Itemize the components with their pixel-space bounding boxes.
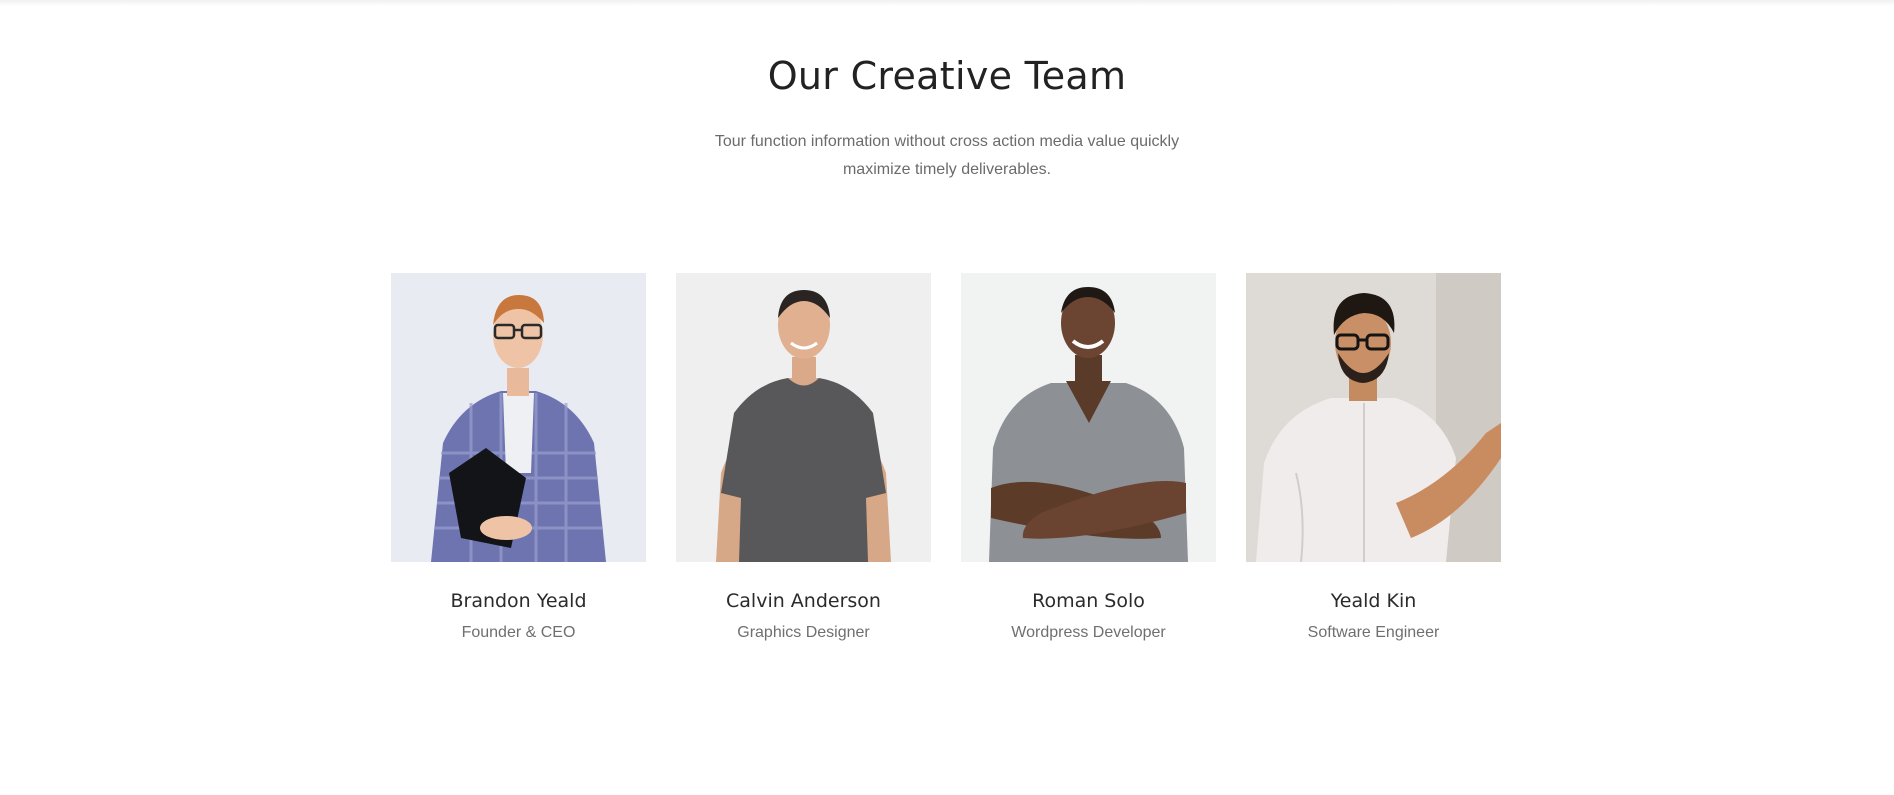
member-name: Yeald Kin xyxy=(1330,590,1417,612)
team-card: Brandon Yeald Founder & CEO xyxy=(391,273,646,642)
member-name: Roman Solo xyxy=(1032,590,1145,612)
member-name: Brandon Yeald xyxy=(450,590,587,612)
team-section: Our Creative Team Tour function informat… xyxy=(0,0,1894,795)
member-role: Wordpress Developer xyxy=(1011,624,1166,641)
person-photo-icon xyxy=(1246,273,1501,562)
section-title: Our Creative Team xyxy=(767,54,1127,98)
team-grid: Brandon Yeald Founder & CEO Calvin Ander… xyxy=(391,273,1501,642)
person-photo-icon xyxy=(961,273,1216,562)
member-name: Calvin Anderson xyxy=(726,590,881,612)
member-photo xyxy=(676,273,931,562)
member-role: Founder & CEO xyxy=(461,624,576,641)
team-card: Yeald Kin Software Engineer xyxy=(1246,273,1501,642)
section-subtitle: Tour function information without cross … xyxy=(714,133,1180,178)
member-role: Software Engineer xyxy=(1307,624,1440,641)
member-photo xyxy=(1246,273,1501,562)
member-photo xyxy=(391,273,646,562)
member-photo xyxy=(961,273,1216,562)
person-photo-icon xyxy=(391,273,646,562)
member-role: Graphics Designer xyxy=(737,624,870,641)
person-photo-icon xyxy=(676,273,931,562)
team-card: Calvin Anderson Graphics Designer xyxy=(676,273,931,642)
header-shadow xyxy=(0,0,1894,6)
team-card: Roman Solo Wordpress Developer xyxy=(961,273,1216,642)
